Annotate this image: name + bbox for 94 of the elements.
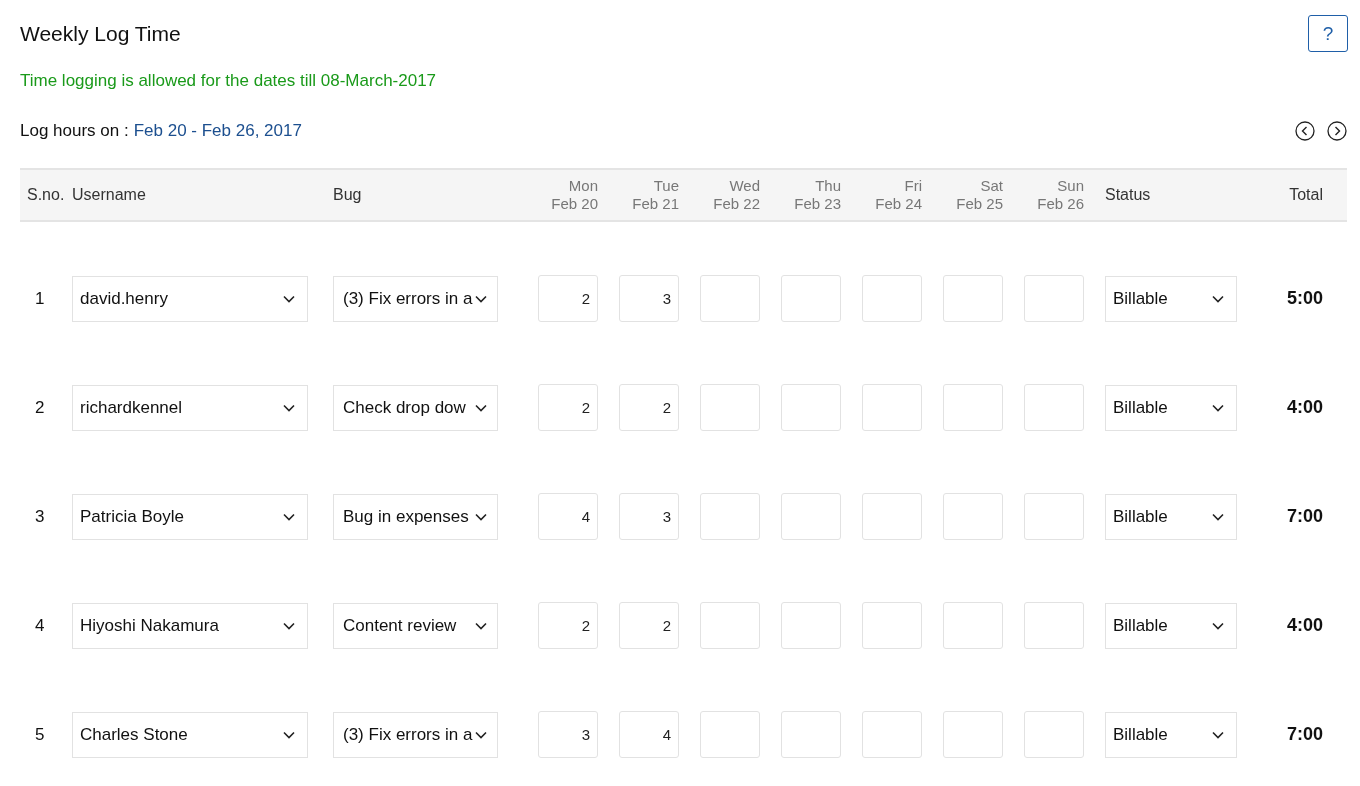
bug-dropdown[interactable]: Check drop dow — [333, 384, 498, 431]
column-header: Status — [1105, 186, 1151, 203]
hours-input[interactable] — [1024, 711, 1084, 758]
row-total: 5:00 — [1286, 288, 1323, 308]
row-total: 7:00 — [1286, 506, 1323, 526]
day-column-header: Tue Feb 21 — [632, 177, 679, 213]
hours-input[interactable] — [943, 384, 1003, 431]
bug-dropdown[interactable]: (3) Fix errors in a — [333, 275, 498, 322]
hours-input[interactable]: 3 — [619, 275, 679, 322]
hours-input[interactable] — [781, 711, 841, 758]
row-total: 7:00 — [1286, 724, 1323, 744]
hours-input[interactable]: 2 — [619, 602, 679, 649]
hours-input[interactable] — [1024, 493, 1084, 540]
hours-input[interactable] — [781, 384, 841, 431]
hours-input[interactable]: 4 — [619, 711, 679, 758]
hours-input[interactable]: 2 — [538, 384, 598, 431]
caret-icon — [475, 294, 487, 303]
caret-icon — [1212, 730, 1224, 739]
row-number: 2 — [35, 397, 45, 417]
username-dropdown[interactable]: Patricia Boyle — [72, 493, 308, 540]
previous-week-icon[interactable] — [1295, 121, 1315, 141]
hours-input[interactable] — [700, 602, 760, 649]
caret-icon — [475, 403, 487, 412]
caret-icon — [475, 512, 487, 521]
hours-input[interactable] — [700, 384, 760, 431]
column-header: Username — [72, 186, 146, 203]
date-range: Feb 20 - Feb 26, 2017 — [133, 121, 302, 141]
notice-text: Time logging is allowed for the dates till 08-March-2017 — [20, 71, 438, 91]
day-column-header: Fri Feb 24 — [875, 177, 922, 213]
caret-icon — [283, 730, 295, 739]
hours-input[interactable] — [700, 711, 760, 758]
username-dropdown[interactable]: david.henry — [72, 275, 308, 322]
hours-input[interactable] — [1024, 602, 1084, 649]
row-number: 5 — [35, 724, 45, 744]
row-number: 3 — [35, 506, 45, 526]
status-dropdown[interactable]: Billable — [1105, 275, 1237, 322]
next-week-icon[interactable] — [1327, 121, 1347, 141]
hours-input[interactable]: 3 — [619, 493, 679, 540]
hours-input[interactable] — [1024, 275, 1084, 322]
hours-input[interactable] — [862, 384, 922, 431]
hours-input[interactable] — [700, 493, 760, 540]
hours-input[interactable] — [862, 493, 922, 540]
hours-input[interactable] — [943, 493, 1003, 540]
caret-icon — [283, 512, 295, 521]
hours-input[interactable]: 2 — [538, 275, 598, 322]
hours-input[interactable] — [781, 602, 841, 649]
hours-input[interactable]: 2 — [538, 602, 598, 649]
hours-input[interactable] — [781, 493, 841, 540]
hours-input[interactable] — [781, 275, 841, 322]
help-button[interactable]: ? — [1308, 15, 1348, 52]
row-number: 1 — [35, 288, 45, 308]
log-hours-label: Log hours on : — [20, 121, 129, 141]
status-dropdown[interactable]: Billable — [1105, 711, 1237, 758]
hours-input[interactable] — [700, 275, 760, 322]
hours-input[interactable] — [1024, 384, 1084, 431]
username-dropdown[interactable]: Hiyoshi Nakamura — [72, 602, 308, 649]
hours-input[interactable]: 3 — [538, 711, 598, 758]
row-total: 4:00 — [1286, 397, 1323, 417]
caret-icon — [1212, 621, 1224, 630]
bug-dropdown[interactable]: Bug in expenses — [333, 493, 498, 540]
hours-input[interactable] — [943, 711, 1003, 758]
day-column-header: Wed Feb 22 — [713, 177, 760, 213]
row-number: 4 — [35, 615, 45, 635]
caret-icon — [283, 294, 295, 303]
hours-input[interactable] — [943, 275, 1003, 322]
hours-input[interactable] — [862, 711, 922, 758]
column-header: S.no. — [27, 186, 65, 203]
caret-icon — [1212, 512, 1224, 521]
day-column-header: Sun Feb 26 — [1037, 177, 1084, 213]
status-dropdown[interactable]: Billable — [1105, 602, 1237, 649]
status-dropdown[interactable]: Billable — [1105, 384, 1237, 431]
day-column-header: Sat Feb 25 — [956, 177, 1003, 213]
status-dropdown[interactable]: Billable — [1105, 493, 1237, 540]
caret-icon — [475, 730, 487, 739]
column-header: Total — [1289, 186, 1323, 203]
caret-icon — [1212, 403, 1224, 412]
bug-dropdown[interactable]: Content review — [333, 602, 498, 649]
day-column-header: Thu Feb 23 — [794, 177, 841, 213]
hours-input[interactable] — [862, 275, 922, 322]
username-dropdown[interactable]: Charles Stone — [72, 711, 308, 758]
caret-icon — [283, 621, 295, 630]
username-dropdown[interactable]: richardkennel — [72, 384, 308, 431]
column-header: Bug — [333, 186, 362, 203]
bug-dropdown[interactable]: (3) Fix errors in a — [333, 711, 498, 758]
hours-input[interactable] — [862, 602, 922, 649]
hours-input[interactable]: 2 — [619, 384, 679, 431]
day-column-header: Mon Feb 20 — [551, 177, 598, 213]
caret-icon — [1212, 294, 1224, 303]
caret-icon — [283, 403, 295, 412]
hours-input[interactable]: 4 — [538, 493, 598, 540]
row-total: 4:00 — [1286, 615, 1323, 635]
hours-input[interactable] — [943, 602, 1003, 649]
caret-icon — [475, 621, 487, 630]
page-title: Weekly Log Time — [20, 21, 181, 46]
